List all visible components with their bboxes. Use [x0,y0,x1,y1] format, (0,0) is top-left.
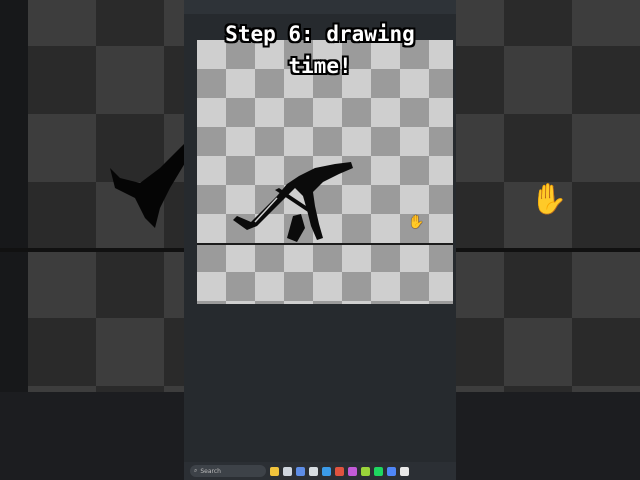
notes-icon[interactable] [400,466,409,476]
folder-icon[interactable] [270,466,279,476]
taskbar-search[interactable]: ⌕ Search [190,465,266,477]
file-explorer-icon[interactable] [283,466,292,476]
taskbar: ⌕ Search [184,462,456,480]
panel-top-bar [184,0,456,14]
photo-icon[interactable] [335,466,344,476]
caption-overlay: Step 6: drawing time! [184,18,456,82]
hand-cursor-icon: ✋ [408,215,425,230]
paint-icon[interactable] [348,466,357,476]
spotify-icon[interactable] [374,466,383,476]
stick-figure-drawing [233,162,353,242]
caption-line-2: time! [288,54,352,78]
background-hand-icon: ✋ [530,182,568,217]
search-icon: ⌕ [194,467,198,474]
mail-icon[interactable] [296,466,305,476]
background-drawing [110,143,185,228]
settings-icon[interactable] [309,466,318,476]
background-left-strip [0,0,28,392]
browser-icon[interactable] [322,466,331,476]
canvas-frame-divider [197,243,453,245]
search-placeholder: Search [200,467,221,475]
caption-line-1: Step 6: drawing [225,22,415,46]
chrome-icon[interactable] [387,466,396,476]
app-icon[interactable] [361,466,370,476]
